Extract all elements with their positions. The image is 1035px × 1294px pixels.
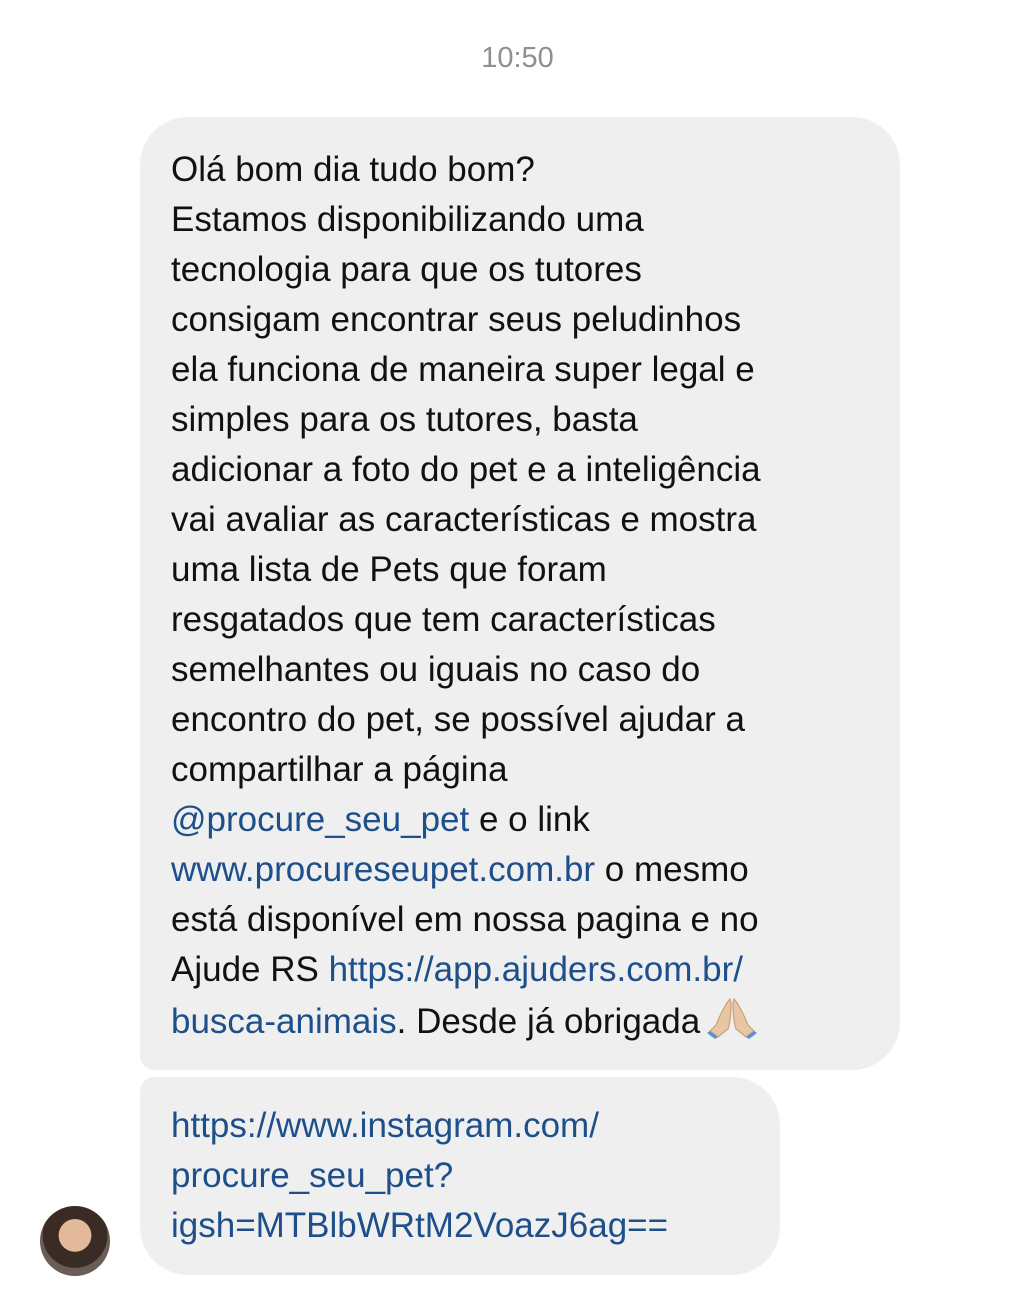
message-bubble[interactable]: Olá bom dia tudo bom? Estamos disponibil… xyxy=(140,117,900,1070)
message-text-part: e o link xyxy=(478,800,590,839)
instagram-link[interactable]: https://www.instagram.com/ procure_seu_p… xyxy=(171,1106,668,1245)
avatar[interactable] xyxy=(40,1206,110,1276)
message-text: Olá bom dia tudo bom? Estamos disponibil… xyxy=(171,145,870,1047)
website-link[interactable]: www.procureseupet.com.br xyxy=(171,850,595,889)
message-timestamp: 10:50 xyxy=(481,42,554,74)
message-text-part: Olá bom dia tudo bom? Estamos disponibil… xyxy=(171,150,761,789)
message-bubble[interactable]: https://www.instagram.com/ procure_seu_p… xyxy=(140,1077,780,1275)
folded-hands-icon xyxy=(706,995,758,1039)
message-text-part: . Desde já obrigada xyxy=(396,1002,701,1041)
mention-link[interactable]: @procure_seu_pet xyxy=(171,800,469,839)
message-text: https://www.instagram.com/ procure_seu_p… xyxy=(171,1101,750,1251)
